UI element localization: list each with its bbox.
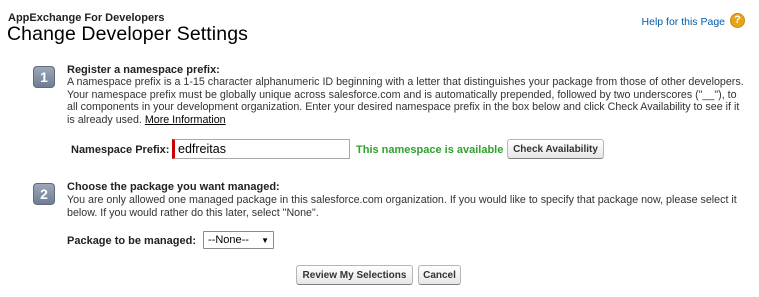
step-1-description: A namespace prefix is a 1-15 character a… [67, 76, 747, 127]
page-title: Change Developer Settings [7, 23, 248, 45]
step-1-title: Register a namespace prefix: [67, 64, 220, 76]
namespace-prefix-input[interactable] [172, 139, 350, 159]
step-2-badge: 2 [33, 183, 55, 205]
help-link-group[interactable]: Help for this Page ? [642, 13, 745, 28]
namespace-status: This namespace is available [356, 144, 504, 156]
chevron-down-icon: ▼ [261, 235, 269, 245]
check-availability-button[interactable]: Check Availability [507, 139, 604, 159]
review-selections-button[interactable]: Review My Selections [296, 265, 413, 285]
help-link[interactable]: Help for this Page [642, 16, 725, 28]
more-information-link[interactable]: More Information [145, 114, 226, 126]
package-select[interactable]: --None-- ▼ [203, 231, 274, 249]
package-label: Package to be managed: [67, 235, 196, 247]
cancel-button[interactable]: Cancel [418, 265, 461, 285]
step-2-title: Choose the package you want managed: [67, 181, 280, 193]
namespace-prefix-label: Namespace Prefix: [71, 144, 170, 156]
package-select-value: --None-- [208, 234, 249, 246]
help-icon[interactable]: ? [730, 13, 745, 28]
step-2-description: You are only allowed one managed package… [67, 194, 737, 219]
step-1-badge: 1 [33, 66, 55, 88]
